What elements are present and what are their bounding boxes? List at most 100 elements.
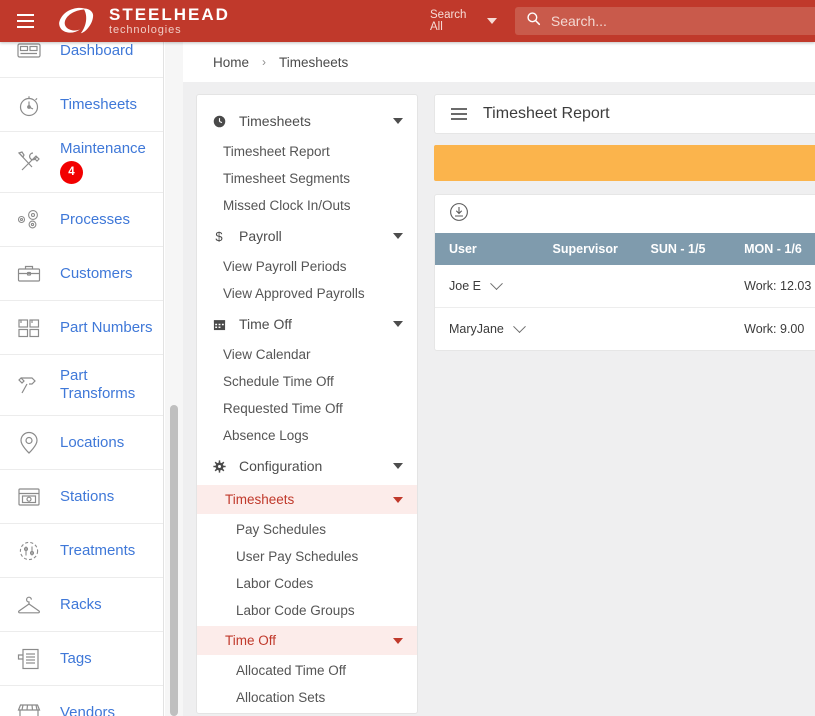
sidebar-item-label: Tags	[60, 649, 92, 667]
subnav-link-timesheet-segments[interactable]: Timesheet Segments	[197, 165, 417, 192]
map-pin-icon	[12, 426, 46, 460]
subnav-group-label: Timesheets	[225, 492, 295, 507]
user-name: MaryJane	[449, 322, 504, 336]
subnav-link-timesheet-report[interactable]: Timesheet Report	[197, 138, 417, 165]
subnav-group-time-off[interactable]: Time Off	[197, 626, 417, 655]
timesheet-table-card: User Supervisor SUN - 1/5 MON - 1/6 Joe …	[434, 194, 815, 351]
search-box[interactable]	[514, 7, 815, 35]
subnav-section-timesheets[interactable]: Timesheets	[197, 104, 417, 138]
subnav-link-pay-schedules[interactable]: Pay Schedules	[197, 516, 417, 543]
sidebar-item-label: Vendors	[60, 703, 116, 716]
main-sidebar: Dashboard Timesheets Maintenance 4 Proce…	[0, 42, 164, 716]
subnav-link-absence-logs[interactable]: Absence Logs	[197, 422, 417, 449]
breadcrumb-current[interactable]: Timesheets	[279, 55, 348, 70]
sidebar-item-label: Treatments	[60, 541, 136, 559]
table-row[interactable]: Joe E Work: 12.03	[435, 265, 815, 308]
table-toolbar	[435, 195, 815, 233]
brand-subtitle: technologies	[109, 23, 182, 36]
sidebar-item-timesheets[interactable]: Timesheets	[0, 78, 163, 132]
caret-down-icon	[393, 637, 403, 644]
report-menu-icon[interactable]	[451, 108, 467, 120]
cell-mon: Work: 9.00	[744, 322, 805, 336]
caret-down-icon	[393, 233, 403, 239]
sidebar-item-dashboard[interactable]: Dashboard	[0, 42, 163, 78]
subnav-link-allocated-time-off[interactable]: Allocated Time Off	[197, 657, 417, 684]
clock-icon	[209, 115, 229, 128]
cell-sun	[650, 265, 745, 308]
chevron-down-icon[interactable]	[490, 276, 503, 290]
steelhead-fish-logo-icon	[56, 4, 100, 38]
grid-boxes-icon	[12, 311, 46, 345]
report-header: Timesheet Report	[434, 94, 815, 134]
search-area: Search All	[426, 0, 815, 42]
sidebar-item-stations[interactable]: Stations	[0, 470, 163, 524]
sidebar-item-part-numbers[interactable]: Part Numbers	[0, 301, 163, 355]
subnav-section-payroll[interactable]: $ Payroll	[197, 219, 417, 253]
search-icon	[526, 11, 541, 31]
page-body: Home › Timesheets Timesheets Timesheet R…	[183, 42, 815, 716]
column-header-mon[interactable]: MON - 1/6	[744, 233, 815, 265]
subnav-link-types[interactable]: Types	[197, 711, 417, 716]
chevron-down-icon[interactable]	[513, 319, 526, 333]
column-header-sun[interactable]: SUN - 1/5	[650, 233, 745, 265]
sidebar-item-tags[interactable]: Tags	[0, 632, 163, 686]
cell-mon: Work: 12.03	[744, 265, 815, 308]
subnav-section-label: Configuration	[239, 458, 323, 474]
sidebar-item-processes[interactable]: Processes	[0, 193, 163, 247]
cell-sun	[651, 308, 745, 351]
hamburger-menu-icon[interactable]	[4, 0, 46, 42]
page-title: Timesheet Report	[483, 105, 610, 122]
brand-title: STEELHEAD	[109, 4, 230, 24]
tag-document-icon	[12, 642, 46, 676]
subnav-link-user-pay-schedules[interactable]: User Pay Schedules	[197, 543, 417, 570]
subnav-section-label: Payroll	[239, 228, 282, 244]
timesheet-table: User Supervisor SUN - 1/5 MON - 1/6 Joe …	[435, 233, 815, 350]
sidebar-items-list: Dashboard Timesheets Maintenance 4 Proce…	[0, 42, 163, 716]
column-header-supervisor[interactable]: Supervisor	[552, 233, 651, 265]
search-scope-dropdown[interactable]: Search All	[426, 9, 501, 33]
subnav-group-timesheets[interactable]: Timesheets	[197, 485, 417, 514]
sidebar-item-treatments[interactable]: Treatments	[0, 524, 163, 578]
breadcrumb-home[interactable]: Home	[213, 55, 249, 70]
table-row[interactable]: MaryJane Work: 9.00	[435, 308, 815, 351]
download-circle-icon[interactable]	[449, 202, 469, 227]
brand-logo[interactable]: STEELHEAD technologies	[56, 4, 230, 38]
sidebar-item-locations[interactable]: Locations	[0, 416, 163, 470]
gear-icon	[209, 459, 229, 473]
gears-icon	[12, 203, 46, 237]
sidebar-item-label: Locations	[60, 433, 125, 451]
table-head: User Supervisor SUN - 1/5 MON - 1/6	[435, 233, 815, 265]
subnav-link-view-payroll-periods[interactable]: View Payroll Periods	[197, 253, 417, 280]
hammer-icon	[12, 368, 46, 402]
subnav-link-labor-code-groups[interactable]: Labor Code Groups	[197, 597, 417, 624]
search-input[interactable]	[550, 13, 815, 29]
stopwatch-icon	[12, 88, 46, 122]
caret-down-icon	[393, 463, 403, 469]
sidebar-item-racks[interactable]: Racks	[0, 578, 163, 632]
subnav-section-time-off[interactable]: Time Off	[197, 307, 417, 341]
sidebar-item-part-transforms[interactable]: Part Transforms	[0, 355, 163, 416]
subnav-section-configuration[interactable]: Configuration	[197, 449, 417, 483]
sidebar-item-label: Part Numbers	[60, 318, 153, 336]
breadcrumb: Home › Timesheets	[183, 42, 815, 82]
subnav-link-view-approved-payrolls[interactable]: View Approved Payrolls	[197, 280, 417, 307]
subnav-section-label: Timesheets	[239, 113, 311, 129]
subnav-link-requested-time-off[interactable]: Requested Time Off	[197, 395, 417, 422]
subnav-link-view-calendar[interactable]: View Calendar	[197, 341, 417, 368]
column-header-user[interactable]: User	[435, 233, 553, 265]
maintenance-badge: 4	[60, 160, 83, 184]
sidebar-item-label: Customers	[60, 264, 133, 282]
sidebar-item-customers[interactable]: Customers	[0, 247, 163, 301]
subnav-link-missed-clock-in-outs[interactable]: Missed Clock In/Outs	[197, 192, 417, 219]
sidebar-item-maintenance[interactable]: Maintenance 4	[0, 132, 163, 193]
station-window-icon	[12, 480, 46, 514]
caret-down-icon	[393, 496, 403, 503]
user-name: Joe E	[449, 279, 481, 293]
sidebar-item-label: Part Transforms	[60, 367, 136, 402]
sidebar-scrollbar-thumb[interactable]	[170, 405, 178, 716]
report-region: Timesheet Report User Supervisor SUN - 1…	[434, 94, 815, 714]
subnav-link-labor-codes[interactable]: Labor Codes	[197, 570, 417, 597]
subnav-link-schedule-time-off[interactable]: Schedule Time Off	[197, 368, 417, 395]
subnav-link-allocation-sets[interactable]: Allocation Sets	[197, 684, 417, 711]
sidebar-item-vendors[interactable]: Vendors	[0, 686, 163, 716]
